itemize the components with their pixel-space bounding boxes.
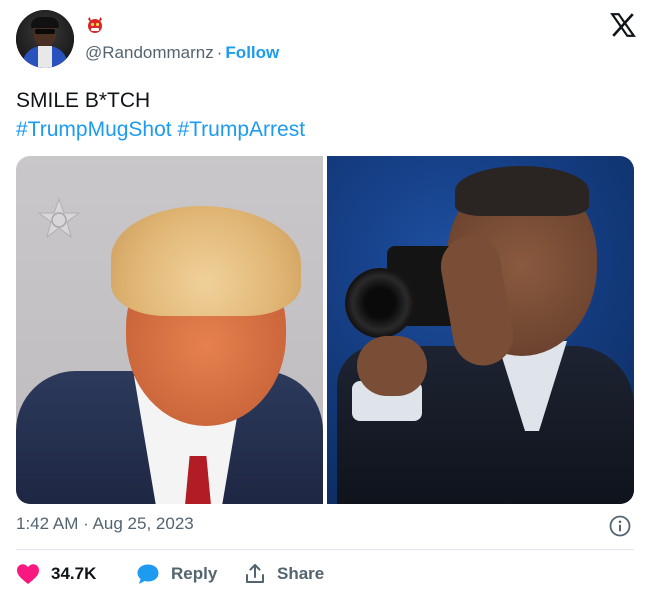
post-time: 1:42 AM — [16, 514, 79, 533]
like-button[interactable]: 34.7K — [16, 563, 96, 585]
action-bar: 34.7K Reply Share — [16, 563, 636, 589]
separator-dot: · — [83, 514, 89, 533]
sheriff-seal-icon — [37, 197, 81, 239]
tweet-header: @Randommarnz · Follow — [16, 10, 636, 70]
heart-icon — [17, 564, 39, 584]
media-grid[interactable] — [16, 156, 634, 504]
post-date: Aug 25, 2023 — [92, 514, 194, 533]
timestamp[interactable]: 1:42 AM · Aug 25, 2023 — [16, 514, 194, 534]
divider — [16, 549, 634, 550]
speech-bubble-icon — [137, 564, 159, 584]
demon-mask-emoji-icon — [88, 17, 102, 33]
info-icon[interactable] — [609, 515, 631, 537]
share-label: Share — [277, 564, 325, 583]
reply-label: Reply — [171, 564, 218, 583]
mugshot-photo[interactable] — [16, 156, 323, 504]
hashtag-links[interactable]: #TrumpMugShot #TrumpArrest — [16, 115, 305, 144]
author-handle[interactable]: @Randommarnz — [85, 43, 214, 62]
tweet-text: SMILE B*TCH #TrumpMugShot #TrumpArrest — [16, 86, 305, 144]
x-logo-icon[interactable] — [610, 12, 636, 38]
avatar[interactable] — [16, 10, 74, 68]
separator-dot: · — [216, 43, 223, 62]
share-icon — [246, 564, 264, 583]
tweet-body: SMILE B*TCH — [16, 89, 151, 112]
follow-button[interactable]: Follow — [225, 43, 279, 62]
author-line: @Randommarnz · Follow — [85, 43, 279, 63]
share-button[interactable]: Share — [244, 563, 324, 585]
camera-photo[interactable] — [327, 156, 634, 504]
reply-button[interactable]: Reply — [136, 563, 217, 585]
like-count: 34.7K — [51, 564, 97, 583]
